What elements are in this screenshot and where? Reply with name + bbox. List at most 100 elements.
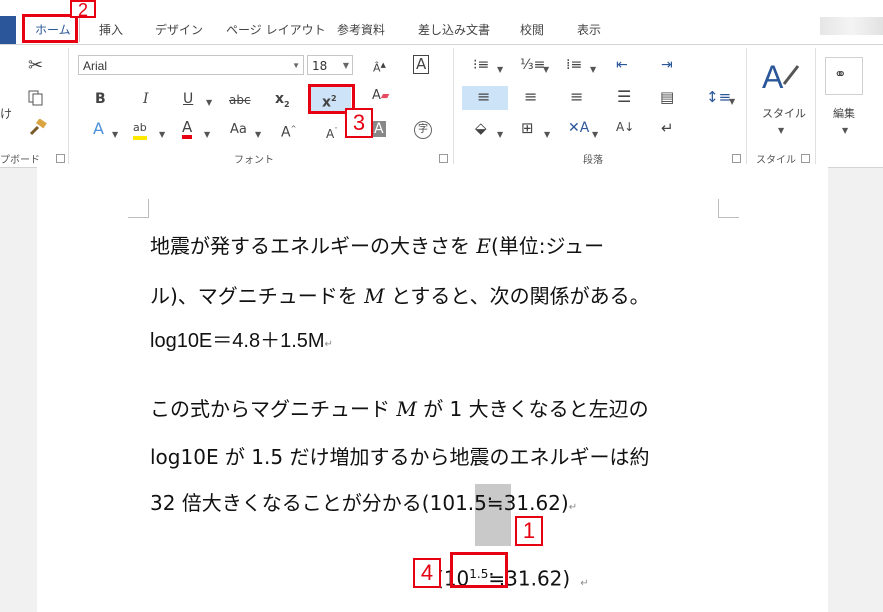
format-painter-icon[interactable]: [28, 119, 48, 137]
paste-label-partial[interactable]: け: [0, 106, 12, 122]
styles-button[interactable]: スタイル: [762, 106, 806, 122]
styles-gallery-icon[interactable]: A: [760, 56, 800, 96]
chevron-down-icon[interactable]: ▼: [497, 62, 503, 78]
subscript-x: x: [275, 91, 285, 107]
clipboard-launcher-icon[interactable]: [56, 154, 65, 163]
grow-font-icon[interactable]: Â▲: [373, 57, 386, 77]
copy-icon[interactable]: [27, 89, 45, 107]
chevron-down-icon[interactable]: ▼: [592, 127, 598, 143]
decrease-indent-icon[interactable]: ⇤: [616, 57, 628, 73]
paragraph-mark-icon: ↵: [580, 577, 589, 589]
tab-insert[interactable]: 挿入: [99, 21, 123, 38]
chevron-down-icon[interactable]: ▼: [255, 127, 261, 143]
strikethrough-icon[interactable]: abc: [229, 92, 251, 108]
shrink-font-a-icon[interactable]: Aˇ: [326, 123, 338, 142]
numbering-icon[interactable]: ⅓≡: [520, 57, 545, 73]
underline-icon[interactable]: U: [183, 91, 193, 107]
text-effects-eraser-icon[interactable]: A▰: [372, 88, 389, 104]
bold-icon[interactable]: B: [95, 91, 106, 107]
user-account[interactable]: [820, 17, 883, 35]
doc-line-6[interactable]: 32 倍大きくなることが分かる(101.5≒31.62)↵: [150, 490, 577, 521]
crop-mark-left: [128, 199, 149, 218]
styles-launcher-icon[interactable]: [801, 154, 810, 163]
enclose-characters-icon[interactable]: 字: [414, 121, 432, 139]
asian-layout-icon[interactable]: ✕A: [568, 120, 589, 136]
multilevel-list-icon[interactable]: ⁞≡: [566, 57, 582, 73]
doc-line-3[interactable]: log10E＝4.8＋1.5M↵: [150, 328, 333, 358]
chevron-down-icon[interactable]: ▼: [497, 127, 503, 143]
binoculars-icon[interactable]: ⚭: [834, 66, 847, 82]
font-size-combo[interactable]: 18 ▼: [307, 55, 353, 75]
group-separator: [815, 48, 816, 164]
italic-icon[interactable]: I: [143, 91, 149, 107]
group-separator: [746, 48, 747, 164]
change-case-icon[interactable]: Aa: [230, 122, 247, 138]
borders-icon[interactable]: ⊞: [521, 120, 534, 136]
chevron-down-icon[interactable]: ▼: [729, 94, 735, 110]
align-left-icon[interactable]: ≡: [477, 89, 490, 105]
selected-exponent[interactable]: 1.5: [455, 491, 487, 515]
doc-text: とすると、次の関係がある。: [384, 284, 650, 308]
doc-line-1[interactable]: 地震が発するエネルギーの大きさを E(単位:ジュー: [150, 233, 604, 259]
crop-mark-right: [718, 199, 739, 218]
file-tab[interactable]: [0, 16, 16, 44]
doc-line-5[interactable]: log10E が 1.5 だけ増加するから地震のエネルギーは約: [150, 444, 649, 470]
annotation-number-2: 2: [70, 0, 96, 19]
tab-mailings[interactable]: 差し込み文書: [418, 21, 490, 38]
shading-icon[interactable]: ⬙: [475, 120, 487, 136]
distributed-icon[interactable]: ▤: [660, 89, 674, 105]
doc-text: この式からマグニチュード: [150, 397, 397, 421]
grow-font-a-icon[interactable]: A^: [281, 121, 296, 141]
chevron-down-icon[interactable]: ▼: [544, 127, 550, 143]
align-right-icon[interactable]: ≡: [570, 89, 583, 105]
chevron-down-icon[interactable]: ▼: [159, 127, 165, 143]
sort-icon[interactable]: A↓: [616, 119, 634, 135]
doc-text: log10E が 1.5 だけ増加するから地震のエネルギーは約: [150, 445, 650, 469]
font-group-label: フォント: [234, 155, 274, 166]
doc-line-4[interactable]: この式からマグニチュード M が 1 大きくなると左辺の: [150, 396, 649, 422]
tab-design[interactable]: デザイン: [155, 21, 203, 38]
tab-page-layout[interactable]: ページ レイアウト: [226, 21, 326, 38]
highlight-color-icon[interactable]: ab: [133, 120, 147, 140]
line-spacing-icon[interactable]: ↕≡: [706, 89, 731, 105]
chevron-down-icon[interactable]: ▼: [292, 56, 300, 76]
justify-icon[interactable]: ☰: [617, 89, 631, 105]
doc-text: ル)、マグニチュードを: [150, 284, 365, 308]
chevron-down-icon[interactable]: ▼: [204, 127, 210, 143]
character-shading-icon[interactable]: A: [372, 121, 386, 137]
variable-m: M: [396, 397, 417, 421]
paragraph-launcher-icon[interactable]: [732, 154, 741, 163]
svg-text:A: A: [762, 59, 784, 95]
align-center-icon[interactable]: ≡: [524, 89, 537, 105]
chevron-down-icon[interactable]: ▼: [842, 123, 848, 139]
doc-text: (単位:ジュー: [490, 234, 605, 258]
tab-view[interactable]: 表示: [577, 21, 601, 38]
annotation-box-home-tab: [22, 14, 78, 43]
tab-review[interactable]: 校閲: [520, 21, 544, 38]
paragraph-group-label: 段落: [583, 155, 603, 166]
bullets-icon[interactable]: ⁝≡: [473, 57, 489, 73]
text-effects-icon[interactable]: A: [93, 121, 104, 137]
chevron-down-icon[interactable]: ▼: [112, 127, 118, 143]
clear-formatting-icon[interactable]: A: [413, 55, 430, 74]
chevron-down-icon[interactable]: ▼: [778, 123, 784, 139]
chevron-down-icon[interactable]: ▼: [543, 62, 549, 78]
font-color-icon[interactable]: A: [182, 120, 193, 139]
increase-indent-icon[interactable]: ⇥: [661, 57, 673, 73]
annotation-number-4: 4: [413, 558, 441, 588]
chevron-down-icon[interactable]: ▼: [343, 56, 349, 76]
paragraph-mark-icon[interactable]: ↵: [661, 120, 674, 136]
formula-text: log10E＝4.8＋1.5M: [150, 330, 325, 352]
editing-button[interactable]: 編集: [833, 106, 855, 122]
chevron-down-icon[interactable]: ▼: [590, 62, 596, 78]
chevron-down-icon[interactable]: ▼: [206, 95, 212, 111]
cut-icon[interactable]: ✂: [28, 57, 43, 75]
annotation-box-result: [450, 552, 508, 588]
tab-references[interactable]: 参考資料: [337, 21, 385, 38]
font-name-combo[interactable]: Arial ▼: [78, 55, 304, 75]
font-launcher-icon[interactable]: [439, 154, 448, 163]
annotation-number-3: 3: [345, 108, 373, 138]
font-name-value: Arial: [83, 59, 108, 73]
subscript-icon[interactable]: x2: [275, 91, 290, 113]
doc-line-2[interactable]: ル)、マグニチュードを M とすると、次の関係がある。: [150, 283, 650, 309]
